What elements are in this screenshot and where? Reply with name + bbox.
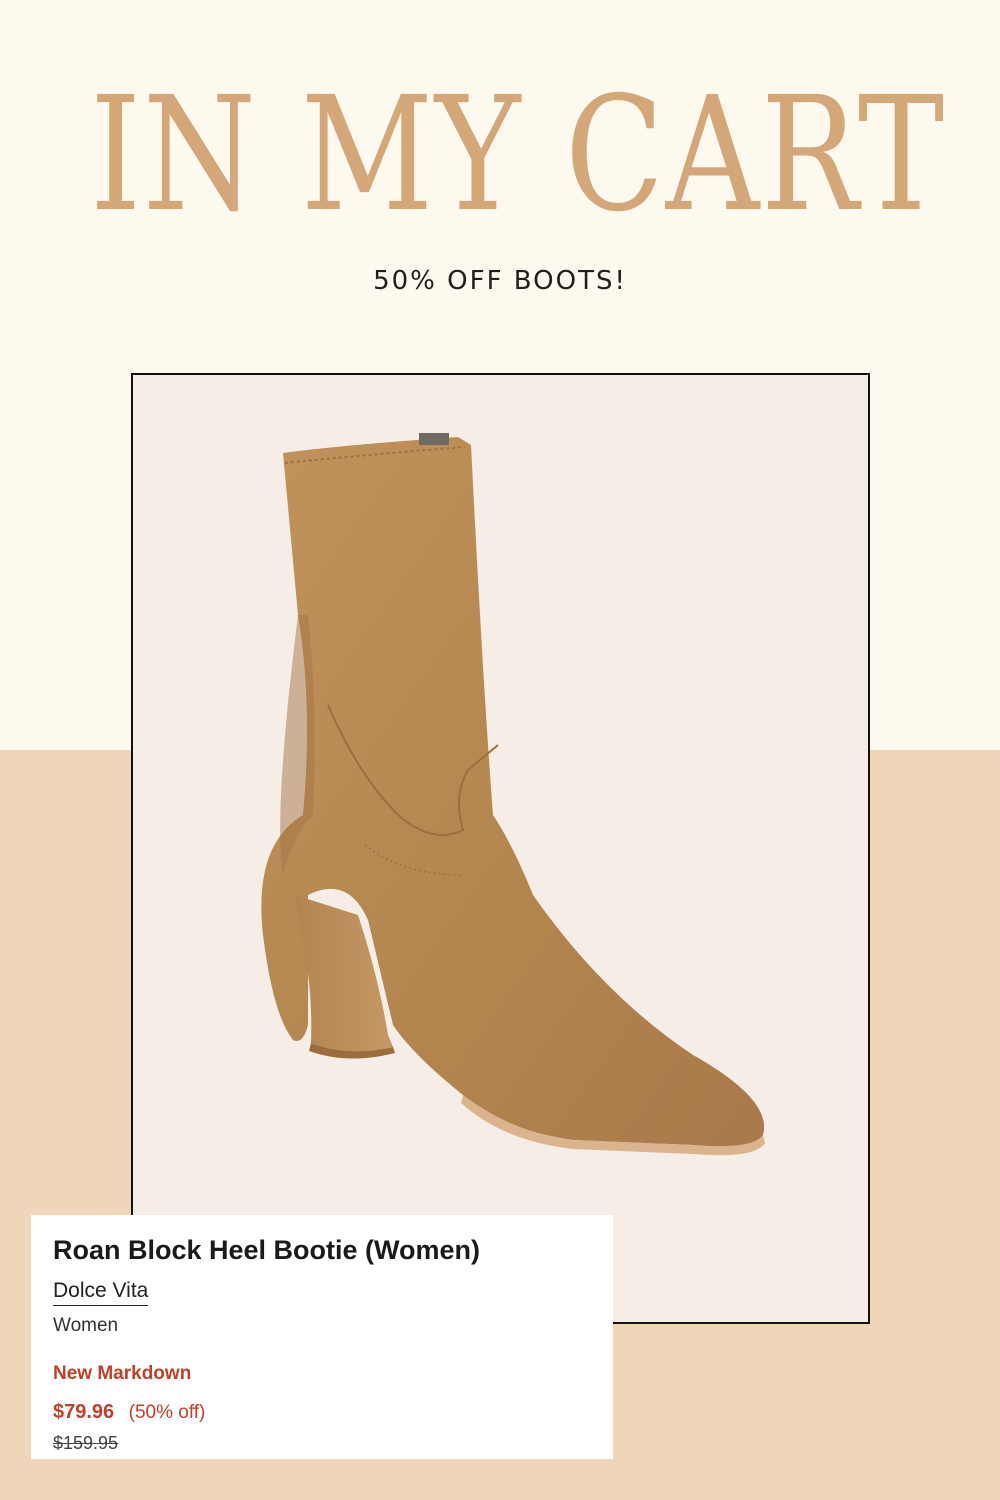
- markdown-badge: New Markdown: [53, 1363, 192, 1384]
- suede-ankle-boot-image: [261, 433, 765, 1156]
- promo-subtitle: 50% OFF BOOTS!: [373, 266, 627, 296]
- original-price: $159.95: [53, 1433, 119, 1453]
- sale-price: $79.96: [53, 1401, 115, 1423]
- price-row: $79.96 (50% off): [53, 1401, 205, 1424]
- product-card[interactable]: Roan Block Heel Bootie (Women) Dolce Vit…: [31, 1215, 613, 1459]
- brand-link[interactable]: Dolce Vita: [53, 1279, 149, 1306]
- discount-percent: (50% off): [128, 1402, 206, 1423]
- page-title: IN MY CART: [90, 63, 946, 247]
- product-category: Women: [53, 1315, 119, 1336]
- product-photo-frame: [131, 373, 870, 1324]
- product-name[interactable]: Roan Block Heel Bootie (Women): [53, 1235, 480, 1266]
